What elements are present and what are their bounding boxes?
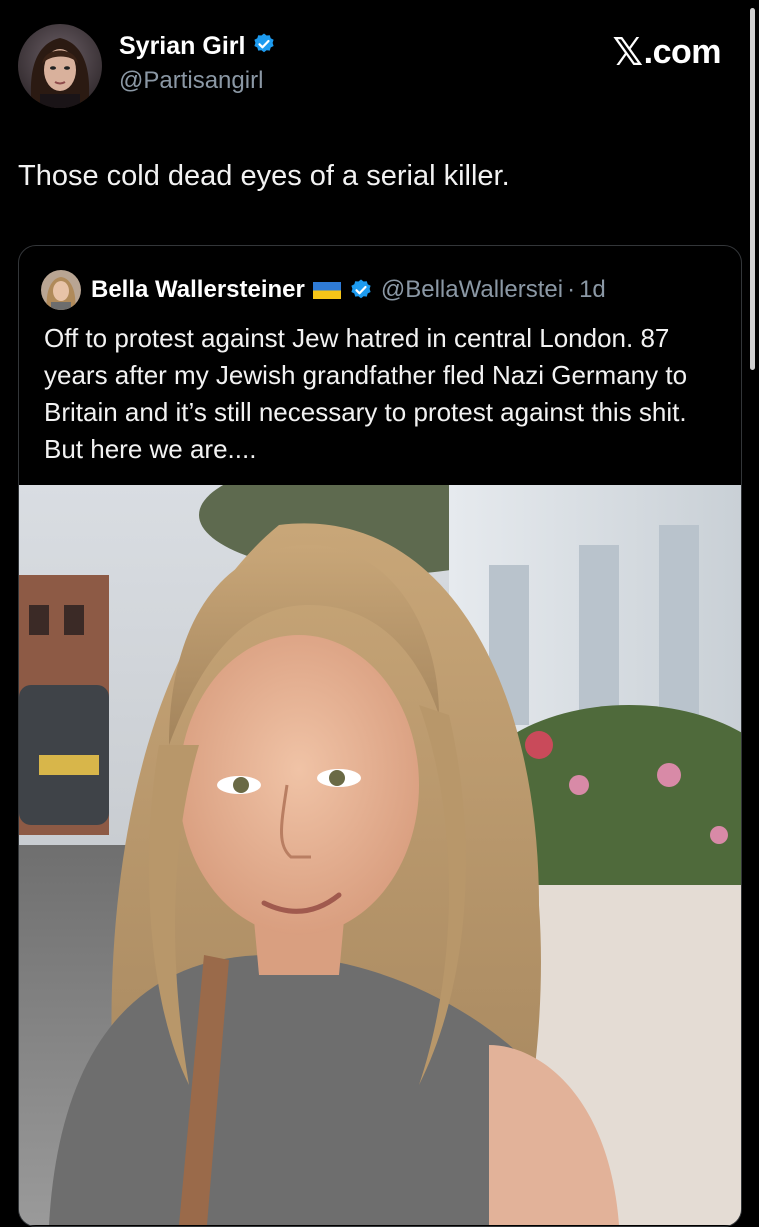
author-handle[interactable]: @Partisangirl bbox=[119, 67, 276, 95]
quoted-tweet-time[interactable]: 1d bbox=[579, 276, 606, 304]
author-avatar[interactable] bbox=[18, 24, 102, 108]
quoted-author-avatar[interactable] bbox=[41, 270, 81, 310]
ukraine-flag-icon bbox=[312, 281, 341, 299]
verified-badge-icon bbox=[252, 32, 276, 61]
quoted-tweet-header: Bella Wallersteiner @BellaWallerstei · 1… bbox=[41, 270, 606, 310]
x-logo-icon: 𝕏 bbox=[612, 32, 644, 74]
quoted-author-display-name[interactable]: Bella Wallersteiner bbox=[91, 276, 305, 304]
tweet-header: Syrian Girl @Partisangirl 𝕏 .com bbox=[18, 22, 729, 112]
tweet-text: Those cold dead eyes of a serial killer. bbox=[18, 160, 510, 192]
quoted-author-handle[interactable]: @BellaWallerstei bbox=[381, 276, 563, 304]
quoted-tweet-photo[interactable] bbox=[19, 485, 741, 1225]
x-com-logo: 𝕏 .com bbox=[612, 30, 722, 75]
quoted-tweet-card[interactable]: Bella Wallersteiner @BellaWallerstei · 1… bbox=[18, 245, 742, 1227]
verified-badge-icon bbox=[349, 278, 373, 302]
author-display-name[interactable]: Syrian Girl bbox=[119, 32, 245, 61]
scrollbar[interactable] bbox=[750, 8, 755, 370]
separator-dot: · bbox=[567, 276, 576, 303]
brand-suffix: .com bbox=[643, 33, 722, 71]
quoted-tweet-text: Off to protest against Jew hatred in cen… bbox=[44, 323, 688, 464]
author-info: Syrian Girl @Partisangirl bbox=[119, 32, 276, 95]
